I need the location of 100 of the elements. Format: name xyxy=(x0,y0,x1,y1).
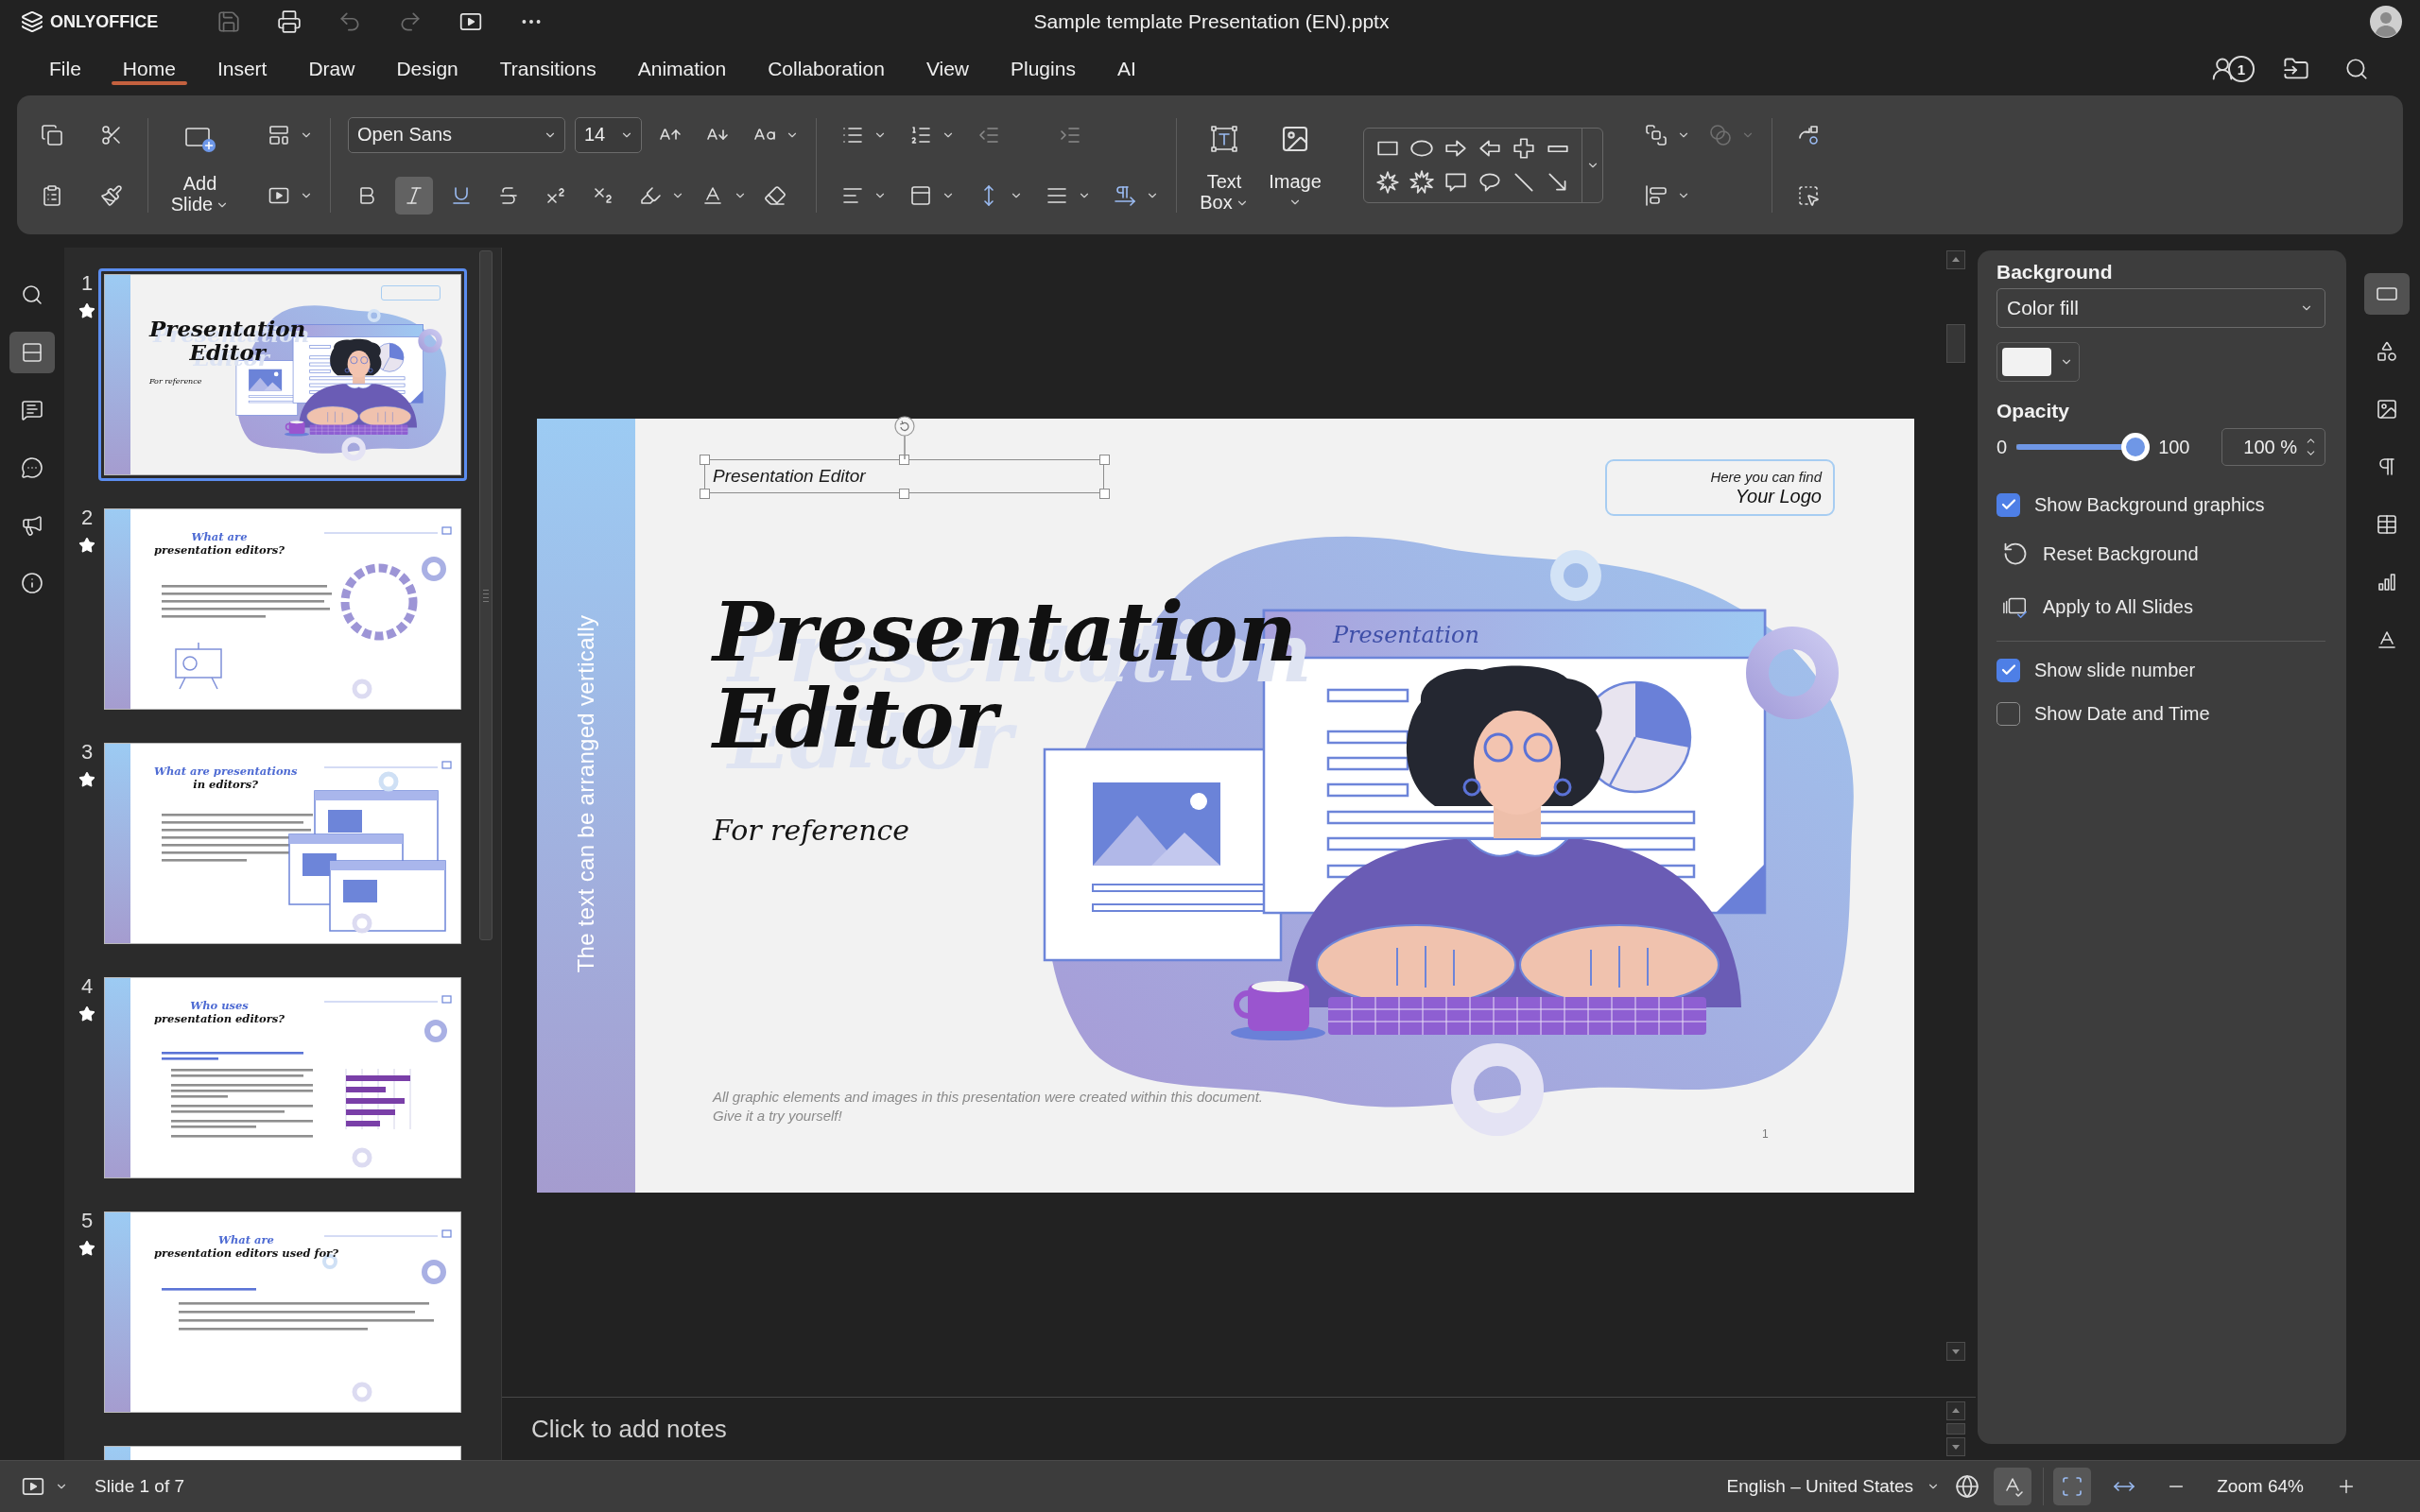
avatar-icon[interactable] xyxy=(2370,6,2402,38)
language-dropdown[interactable]: English – United States xyxy=(1726,1476,1941,1497)
globe-icon[interactable] xyxy=(1955,1474,1980,1499)
font-name-dropdown[interactable]: Open Sans xyxy=(348,116,565,153)
menu-tab[interactable]: Draw xyxy=(287,43,376,94)
reset-background-button[interactable]: Reset Background xyxy=(1996,537,2199,571)
image-icon xyxy=(2376,398,2398,421)
image-button[interactable]: Image xyxy=(1268,115,1322,215)
megaphone-icon xyxy=(21,514,43,537)
slide-number: 1 xyxy=(1762,1127,1769,1141)
scrollbar-thumb[interactable] xyxy=(1946,324,1965,363)
slide-title: in editors? xyxy=(192,778,260,791)
add-slide-button[interactable]: Add Slide xyxy=(165,115,234,215)
eraser-icon[interactable] xyxy=(764,183,786,207)
menu-tab[interactable]: Design xyxy=(375,43,479,94)
scrollbar-thumb[interactable] xyxy=(1946,1423,1965,1435)
slide-title-accent: What are presentations xyxy=(154,765,298,778)
slide-title-accent: Who uses xyxy=(189,999,250,1012)
slide-thumbnail[interactable]: What are presentation editors used for? xyxy=(98,1206,467,1418)
apply-to-all-button[interactable]: Apply to All Slides xyxy=(1996,590,2193,624)
shape-swap-icon[interactable] xyxy=(1797,123,1820,146)
menu-tab[interactable]: View xyxy=(905,43,990,94)
slide-thumbnail[interactable]: What are presentation editors? xyxy=(98,503,467,715)
print-icon[interactable] xyxy=(277,9,302,34)
checkbox[interactable] xyxy=(1996,492,2020,517)
option-label[interactable]: Show slide number xyxy=(2034,659,2196,681)
pilcrow-arrow-icon[interactable] xyxy=(1114,183,1136,207)
resize-handle[interactable] xyxy=(1098,488,1110,499)
jagged-burst-icon[interactable] xyxy=(1409,169,1434,195)
option-label[interactable]: Show Date and Time xyxy=(2034,702,2210,725)
menu-tab[interactable]: Plugins xyxy=(990,43,1097,94)
paintbrush-icon[interactable] xyxy=(100,183,123,207)
logo-text: Your Logo xyxy=(1735,486,1822,507)
shapes-icon xyxy=(2376,340,2398,363)
menu-tab[interactable]: AI xyxy=(1096,43,1157,94)
checkbox[interactable] xyxy=(1996,701,2020,726)
option-label[interactable]: Show Background graphics xyxy=(2034,493,2265,516)
menu-tab[interactable]: Insert xyxy=(196,43,288,94)
chart-bar xyxy=(346,1087,386,1092)
bring-to-front-icon[interactable] xyxy=(1645,123,1668,146)
scroll-up-button[interactable] xyxy=(1946,250,1965,269)
slide-thumbnail[interactable]: What are presentations in editors? xyxy=(98,737,467,950)
opacity-input[interactable]: 100 % xyxy=(2221,428,2325,466)
slide-counter: Slide 1 of 7 xyxy=(95,1476,185,1497)
scroll-down-button[interactable] xyxy=(1946,1437,1965,1456)
slide-thumbnail[interactable]: Presentation Editor For reference xyxy=(98,268,467,481)
fit-slide-button[interactable] xyxy=(2053,1468,2092,1505)
copy-icon[interactable] xyxy=(41,123,63,146)
panel-icon[interactable] xyxy=(909,183,932,207)
app-name: ONLYOFFICE xyxy=(50,11,159,32)
text-box-icon xyxy=(1209,123,1239,154)
shapes-gallery[interactable] xyxy=(1363,127,1603,203)
align-icon[interactable] xyxy=(1645,183,1668,207)
menu-tab[interactable]: Collaboration xyxy=(747,43,906,94)
count-badge[interactable]: 1 xyxy=(2228,56,2255,82)
search-icon[interactable] xyxy=(2344,57,2369,81)
sidebar-tab[interactable] xyxy=(9,332,55,373)
resize-handle[interactable] xyxy=(899,488,909,499)
font-size-dropdown[interactable]: 14 xyxy=(575,116,642,153)
resize-handle[interactable] xyxy=(699,488,710,499)
menu-tab[interactable]: File xyxy=(28,43,102,94)
resize-handle[interactable] xyxy=(1098,454,1110,465)
menu-tab[interactable]: Transitions xyxy=(478,43,617,94)
slide-number: 5 xyxy=(80,1210,94,1232)
slide-number: 1 xyxy=(80,272,94,295)
scissors-icon[interactable] xyxy=(100,123,123,146)
chart-bar xyxy=(346,1109,395,1115)
fill-type-dropdown[interactable]: Color fill xyxy=(1996,288,2325,328)
vertical-text: The text can be arranged vertically xyxy=(573,614,599,973)
selection-frame[interactable]: Presentation Editor xyxy=(704,459,1104,493)
ring-shape xyxy=(422,557,446,581)
slide-title: presentation editors? xyxy=(154,543,285,557)
plus-shape-icon[interactable] xyxy=(1512,135,1536,161)
sidebar-tab[interactable] xyxy=(2364,273,2410,315)
scrollbar-thumb[interactable] xyxy=(479,250,493,940)
select-icon[interactable] xyxy=(1797,183,1820,207)
resize-handle[interactable] xyxy=(899,454,909,465)
clipboard-icon[interactable] xyxy=(41,183,63,207)
scroll-up-button[interactable] xyxy=(1946,1401,1965,1420)
menu-tab[interactable]: Home xyxy=(101,43,197,94)
ring-shape xyxy=(352,913,372,934)
color-picker-button[interactable] xyxy=(1996,342,2080,382)
rotate-handle[interactable] xyxy=(893,416,915,459)
italic-button[interactable] xyxy=(395,176,433,215)
ring-shape xyxy=(424,1020,447,1042)
notes-field[interactable]: Click to add notes xyxy=(502,1405,1945,1452)
easel-drawing xyxy=(175,642,222,690)
slider-thumb[interactable] xyxy=(2121,433,2151,461)
header-text: Presentation Editor xyxy=(713,465,866,488)
spellcheck-button[interactable] xyxy=(1994,1468,2032,1505)
scroll-down-button[interactable] xyxy=(1946,1342,1965,1361)
slide-thumbnail[interactable]: Who uses presentation editors? xyxy=(98,971,467,1184)
text-box-button[interactable]: Text Box xyxy=(1194,115,1254,215)
slider-min-label: 0 xyxy=(1996,436,2008,458)
star-burst-icon[interactable] xyxy=(1375,169,1400,195)
checkbox[interactable] xyxy=(1996,658,2020,682)
color-swatch-icon xyxy=(2002,348,2051,376)
layout-icon[interactable] xyxy=(268,123,290,146)
resize-handle[interactable] xyxy=(699,454,710,465)
menu-tab[interactable]: Animation xyxy=(616,43,748,94)
